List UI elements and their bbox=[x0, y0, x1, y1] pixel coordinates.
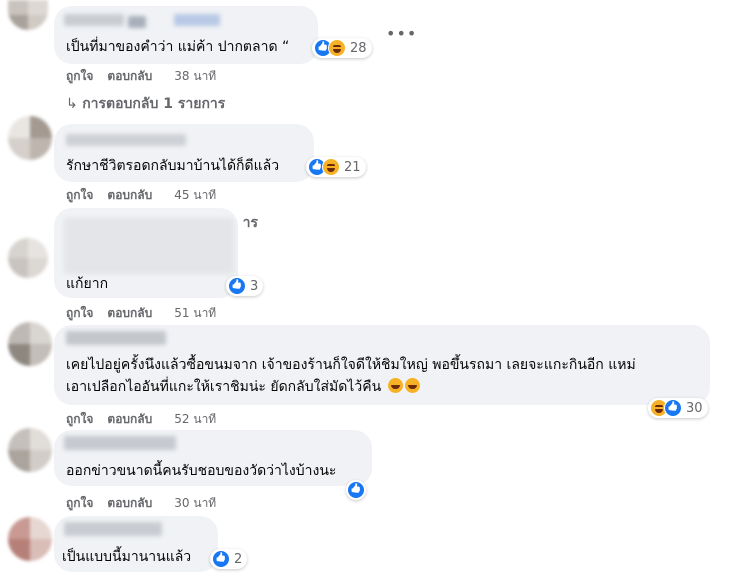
comment-actions: ถูกใจ ตอบกลับ 45 นาที bbox=[66, 186, 216, 205]
like-button[interactable]: ถูกใจ bbox=[66, 410, 93, 429]
laughing-emoji bbox=[404, 378, 420, 393]
comment-text: แก้ยาก bbox=[66, 276, 109, 292]
timestamp[interactable]: 51 นาที bbox=[174, 304, 216, 323]
comment-text: เป็นแบบนี้มานานแล้ว bbox=[62, 549, 192, 565]
reaction-summary[interactable]: 2 bbox=[210, 549, 248, 569]
like-reaction-icon bbox=[347, 481, 365, 499]
comment-text-line-2: เอาเปลือกไออันที่แกะให้เราชิมน่ะ ยัดกลับ… bbox=[66, 377, 420, 397]
like-reaction-icon bbox=[212, 550, 230, 568]
like-button[interactable]: ถูกใจ bbox=[66, 304, 93, 323]
like-reaction-icon bbox=[664, 399, 682, 417]
comment-actions: ถูกใจ ตอบกลับ 52 นาที bbox=[66, 410, 216, 429]
blurred-author-name bbox=[64, 436, 176, 450]
comment-text-line-1: เคยไปอยู่ครั้งนึงแล้วซื้อขนมจาก เจ้าของร… bbox=[66, 357, 636, 373]
blurred-author-name bbox=[66, 134, 186, 146]
timestamp[interactable]: 52 นาที bbox=[174, 410, 216, 429]
blurred-author-name bbox=[64, 14, 124, 26]
like-button[interactable]: ถูกใจ bbox=[66, 67, 93, 86]
blurred-author-name bbox=[174, 14, 220, 26]
reaction-count: 30 bbox=[686, 400, 703, 416]
blurred-author-name bbox=[64, 522, 162, 536]
reaction-count: 3 bbox=[250, 278, 259, 294]
reaction-summary[interactable]: 21 bbox=[306, 157, 366, 177]
blurred-author-name bbox=[128, 16, 146, 28]
haha-reaction-icon bbox=[328, 39, 346, 57]
reply-button[interactable]: ตอบกลับ bbox=[107, 304, 152, 323]
reaction-summary[interactable]: 3 bbox=[226, 276, 264, 296]
avatar[interactable] bbox=[8, 0, 48, 30]
reaction-count: 2 bbox=[234, 551, 243, 567]
timestamp[interactable]: 30 นาที bbox=[174, 494, 216, 513]
avatar[interactable] bbox=[8, 116, 52, 160]
more-options-icon[interactable]: ••• bbox=[386, 24, 417, 43]
reaction-count: 21 bbox=[344, 159, 361, 175]
reaction-summary[interactable] bbox=[346, 480, 366, 500]
timestamp[interactable]: 45 นาที bbox=[174, 186, 216, 205]
comment-actions: ถูกใจ ตอบกลับ 38 นาที bbox=[66, 67, 216, 86]
timestamp[interactable]: 38 นาที bbox=[174, 67, 216, 86]
comment-text: รักษาชีวิตรอดกลับมาบ้านได้ก็ดีแล้ว bbox=[66, 158, 280, 174]
avatar[interactable] bbox=[8, 322, 52, 366]
haha-reaction-icon bbox=[322, 158, 340, 176]
reply-button[interactable]: ตอบกลับ bbox=[107, 67, 152, 86]
like-button[interactable]: ถูกใจ bbox=[66, 494, 93, 513]
like-reaction-icon bbox=[228, 277, 246, 295]
like-button[interactable]: ถูกใจ bbox=[66, 186, 93, 205]
reply-button[interactable]: ตอบกลับ bbox=[107, 186, 152, 205]
comment-actions: ถูกใจ ตอบกลับ 30 นาที bbox=[66, 494, 216, 513]
avatar[interactable] bbox=[8, 428, 52, 472]
reply-button[interactable]: ตอบกลับ bbox=[107, 494, 152, 513]
reaction-count: 28 bbox=[350, 40, 367, 56]
laughing-emoji bbox=[387, 378, 403, 393]
comment-text: ออกข่าวขนาดนี้คนรับชอบของวัดว่าไงบ้างนะ bbox=[66, 463, 337, 479]
reaction-summary[interactable]: 30 bbox=[648, 398, 708, 418]
view-replies-link[interactable]: ↳ การตอบกลับ 1 รายการ bbox=[66, 93, 225, 115]
reply-button[interactable]: ตอบกลับ bbox=[107, 410, 152, 429]
blurred-author-name bbox=[66, 331, 166, 345]
avatar[interactable] bbox=[8, 238, 48, 278]
comment-actions: ถูกใจ ตอบกลับ 51 นาที bbox=[66, 304, 216, 323]
reaction-summary[interactable]: 28 bbox=[312, 38, 372, 58]
avatar[interactable] bbox=[8, 517, 52, 561]
comment-text: เป็นที่มาของคำว่า แม่ค้า ปากตลาด “ bbox=[66, 39, 290, 55]
blurred-author-name bbox=[64, 218, 234, 274]
reply-arrow-icon: ↳ bbox=[66, 96, 83, 112]
